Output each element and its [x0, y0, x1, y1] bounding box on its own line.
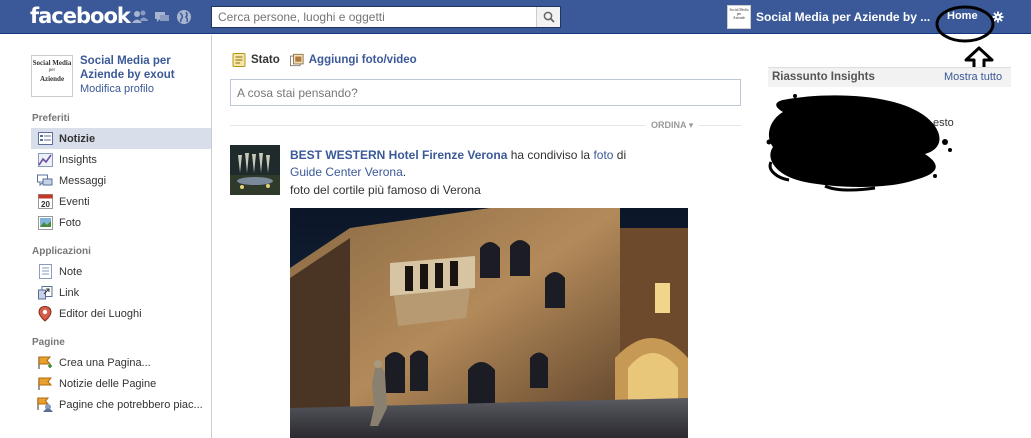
profile-picture[interactable]: Social Media per Aziende: [31, 55, 73, 97]
news-feed-icon: [37, 131, 53, 147]
apps-header: Applicazioni: [32, 246, 91, 257]
page-name-link[interactable]: Social Media per Aziende by ...: [756, 10, 930, 24]
insights-title: Riassunto Insights: [772, 71, 875, 83]
sidebar-item-note[interactable]: Note: [31, 261, 211, 282]
show-all-link[interactable]: Mostra tutto: [944, 71, 1002, 83]
edit-profile-link[interactable]: Modifica profilo: [80, 83, 154, 95]
story-author-avatar[interactable]: [230, 145, 280, 195]
story-object-link[interactable]: foto: [593, 148, 613, 162]
tab-status-label: Stato: [251, 54, 280, 66]
left-sidebar: Social Media per Aziende Social Media pe…: [0, 35, 212, 438]
sidebar-item-label: Insights: [59, 153, 97, 166]
sidebar-item-eventi[interactable]: 20 Eventi: [31, 191, 211, 212]
sort-menu[interactable]: ORDINA ▾: [645, 120, 700, 131]
pages-feed-icon: [37, 376, 53, 392]
sort-label: ORDINA: [651, 120, 687, 130]
profile-picture-text-line: Social Media: [32, 59, 72, 67]
sidebar-item-label: Crea una Pagina...: [59, 356, 151, 369]
friend-requests-icon[interactable]: [132, 9, 148, 25]
photos-icon: [37, 215, 53, 231]
events-icon: 20: [37, 194, 53, 210]
facebook-logo[interactable]: facebook: [30, 4, 131, 28]
composer-tabs: Stato Aggiungi foto/video: [232, 53, 427, 67]
messages-jewel-icon[interactable]: [154, 9, 170, 25]
story-headline: BEST WESTERN Hotel Firenze Verona ha con…: [290, 147, 690, 181]
chevron-down-icon: ▾: [688, 120, 694, 130]
notification-jewels: [132, 9, 192, 25]
places-editor-icon: [37, 305, 53, 322]
story-caption: foto del cortile più famoso di Verona: [290, 183, 481, 197]
sidebar-item-label: Foto: [59, 216, 82, 229]
sidebar-item-editor-luoghi[interactable]: Editor dei Luoghi: [31, 303, 211, 324]
profile-picture-text-line: per: [48, 68, 56, 73]
sidebar-item-messaggi[interactable]: Messaggi: [31, 170, 211, 191]
story-preposition: di: [613, 148, 627, 162]
favorites-header: Preferiti: [32, 113, 70, 124]
sidebar-item-label: Note: [59, 265, 83, 278]
circle-annotation: [935, 5, 995, 43]
sidebar-item-pagine-suggerite[interactable]: Pagine che potrebbero piac...: [31, 394, 211, 415]
status-input[interactable]: A cosa stai pensando?: [230, 79, 741, 106]
search-button[interactable]: [536, 7, 560, 27]
svg-text:20: 20: [41, 200, 50, 209]
photo-video-icon: [289, 53, 304, 67]
sidebar-item-insights[interactable]: Insights: [31, 149, 211, 170]
tab-add-photo-video-label: Aggiungi foto/video: [308, 54, 417, 66]
search-icon: [543, 11, 555, 23]
notes-icon: [37, 264, 53, 280]
sidebar-item-foto[interactable]: Foto: [31, 212, 211, 233]
search-input[interactable]: [212, 7, 536, 27]
sidebar-item-label: Editor dei Luoghi: [59, 307, 142, 320]
sidebar-item-label: Eventi: [59, 195, 90, 208]
redaction-scribble: [766, 94, 952, 192]
status-icon: [232, 53, 246, 67]
sidebar-item-label: Notizie: [59, 132, 96, 145]
profile-name[interactable]: Social Media per Aziende by exout: [80, 54, 205, 82]
sidebar-item-link[interactable]: Link: [31, 282, 211, 303]
sidebar-item-label: Link: [59, 286, 80, 299]
status-input-placeholder: A cosa stai pensando?: [237, 85, 358, 100]
page-avatar-text-line: Aziende: [733, 16, 745, 20]
story-actor-link[interactable]: BEST WESTERN Hotel Firenze Verona: [290, 148, 507, 162]
notifications-globe-icon[interactable]: [176, 9, 192, 25]
story-photo[interactable]: [290, 208, 688, 438]
sidebar-item-label: Pagine che potrebbero piac...: [59, 398, 203, 411]
messages-icon: [37, 173, 53, 189]
profile-picture-text-line: Aziende: [39, 75, 65, 83]
tab-add-photo-video[interactable]: Aggiungi foto/video: [289, 53, 417, 67]
story-source-link[interactable]: Guide Center Verona: [290, 165, 403, 179]
sidebar-item-crea-pagina[interactable]: Crea una Pagina...: [31, 352, 211, 373]
page-avatar-small[interactable]: Social Media per Aziende: [727, 5, 751, 29]
tab-status[interactable]: Stato: [232, 53, 280, 67]
suggested-pages-icon: [37, 397, 53, 413]
link-icon: [37, 285, 53, 301]
sidebar-item-notizie-pagine[interactable]: Notizie delle Pagine: [31, 373, 211, 394]
create-page-icon: [37, 355, 53, 371]
sidebar-item-label: Messaggi: [59, 174, 107, 187]
story-verb: ha condiviso la: [507, 148, 594, 162]
insights-icon: [37, 152, 53, 168]
search-box: [211, 6, 561, 28]
top-bar: facebook Social Media per Aziende Social…: [0, 0, 1031, 34]
pages-header: Pagine: [32, 337, 65, 348]
sidebar-item-label: Notizie delle Pagine: [59, 377, 157, 390]
sidebar-item-notizie[interactable]: Notizie: [31, 128, 211, 149]
story-source-suffix: .: [402, 165, 407, 179]
